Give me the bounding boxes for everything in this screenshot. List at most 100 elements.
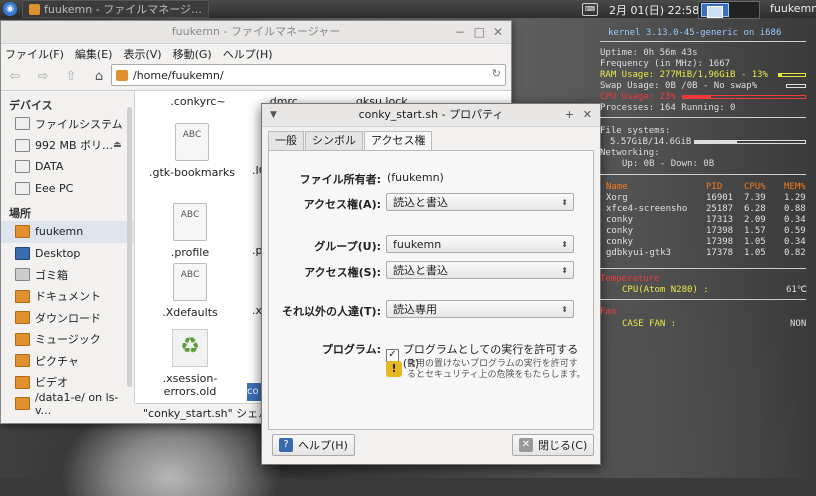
sidebar-item-label: ピクチャ [35,354,79,368]
keyboard-icon[interactable]: ⌨ [582,3,598,16]
owner-access-row: アクセス権(A): 読込と書込 ⬍ [269,193,593,213]
text-file-icon: ABC [173,203,207,241]
combo-arrow-icon: ⬍ [561,198,568,207]
help-button-label: ヘルプ(H) [298,439,348,452]
close-dialog-button[interactable]: ✕ 閉じる(C) [512,434,595,456]
eject-icon[interactable]: ⏏ [113,140,122,150]
drive-icon [15,138,30,152]
conky-process-cell: conky [606,215,634,225]
conky-frequency: Frequency (in MHz): 1667 [600,59,731,69]
conky-cpu-bar-fill [683,96,712,98]
fm-titlebar[interactable]: fuukemn - ファイルマネージャー − □ ✕ [1,21,511,44]
conky-col-pid: PID [706,182,723,192]
file-name: .conkyrc~ [170,95,226,108]
others-access-select[interactable]: 読込専用 ⬍ [386,300,574,318]
file-item[interactable]: ♻ .xsession-errors.old [145,329,235,398]
tab-permissions[interactable]: アクセス権 [364,131,433,151]
menu-help[interactable]: ヘルプ(H) [223,46,273,62]
others-access-value: 読込専用 [393,303,437,316]
sidebar-item-documents[interactable]: ドキュメント [1,286,134,308]
conky-process-cell: xfce4-screensho [606,204,688,214]
window-menu-icon[interactable]: ▼ [270,104,277,126]
file-item[interactable]: ABC .Xdefaults [145,263,235,319]
owner-row: ファイル所有者: (fuukemn) [269,168,593,188]
conky-fs-bar [694,140,806,144]
sidebar-item-network-share[interactable]: /data1-e/ on ls-v... [1,391,134,417]
up-icon[interactable]: ⇧ [61,67,81,87]
taskbar-item-file-manager[interactable]: fuukemn - ファイルマネージ… [22,0,209,18]
menu-view[interactable]: 表示(V) [123,46,161,62]
sidebar-item-label: ビデオ [35,376,68,390]
menu-edit[interactable]: 編集(E) [75,46,113,62]
group-access-select[interactable]: 読込と書込 ⬍ [386,261,574,279]
group-access-row: アクセス権(S): 読込と書込 ⬍ [269,261,593,281]
sidebar-item-label: ダウンロード [35,311,101,325]
app-menu-icon[interactable]: ◉ [3,2,17,16]
text-file-icon: ABC [175,123,209,161]
sidebar-item-label: DATA [35,160,64,174]
program-label: プログラム: [321,343,381,356]
minimize-button[interactable]: − [455,21,465,43]
conky-process-cell: 25187 [706,204,734,214]
warning-icon: ! [386,361,402,377]
sidebar-item-label: ミュージック [35,333,101,347]
help-button[interactable]: ? ヘルプ(H) [272,434,355,456]
sidebar-scrollbar[interactable] [127,107,132,387]
owner-value: (fuukemn) [387,171,444,184]
owner-access-select[interactable]: 読込と書込 ⬍ [386,193,574,211]
file-item[interactable]: ABC .profile [145,203,235,259]
conky-process-cell: 17313 [706,215,734,225]
forward-icon[interactable]: ⇨ [33,67,53,87]
conky-process-cell: Xorg [606,193,628,203]
close-button[interactable]: ✕ [493,21,503,43]
drive-icon [15,181,30,195]
file-item[interactable]: ABC .gtk-bookmarks [147,123,237,179]
dialog-titlebar[interactable]: ▼ conky_start.sh - プロパティ + ✕ [262,104,600,127]
exec-warning: ! 信用の置けないプログラムの実行を許可するとセキュリティ上の危険をもたらします… [386,359,586,381]
tab-symbol[interactable]: シンボル [305,131,363,150]
sidebar-item-filesystem[interactable]: ファイルシステム [1,113,134,135]
conky-swap: Swap Usage: 0B /0B - No swap% [600,81,758,91]
file-item[interactable]: .conkyrc~ [153,95,243,108]
folder-icon [116,69,128,81]
close-icon[interactable]: ✕ [583,104,592,126]
user-menu[interactable]: fuukemn [770,2,816,15]
conky-divider [600,299,806,300]
tab-general[interactable]: 一般 [268,131,304,150]
conky-temp-value: 61℃ [786,285,807,295]
clock[interactable]: 2月 01(日) 22:58 [609,2,699,18]
conky-process-cell: 2.09 [744,215,766,225]
workspace-switcher[interactable] [698,1,760,19]
permissions-panel: ファイル所有者: (fuukemn) アクセス権(A): 読込と書込 ⬍ グループ… [268,150,594,430]
sidebar-item-volume[interactable]: 992 MB ボリ… ⏏ [1,135,134,157]
conky-cpu-bar [682,95,806,99]
group-select[interactable]: fuukemn ⬍ [386,235,574,253]
sidebar-item-data[interactable]: DATA [1,156,134,178]
sidebar-item-eeepc[interactable]: Eee PC [1,178,134,200]
sidebar-item-home[interactable]: fuukemn [1,221,134,243]
sidebar-item-desktop[interactable]: Desktop [1,243,134,265]
location-bar[interactable]: /home/fuukemn/ ↻ [111,64,506,86]
maximize-button[interactable]: □ [474,21,485,43]
sidebar-item-label: 992 MB ボリ… [35,139,114,153]
conky-process-cell: 7.39 [744,193,766,203]
help-icon: ? [279,438,293,452]
sidebar-item-downloads[interactable]: ダウンロード [1,307,134,329]
conky-fan-value: NON [790,319,807,329]
conky-col-mem: MEM% [784,182,806,192]
sidebar-item-pictures[interactable]: ピクチャ [1,350,134,372]
sidebar-item-trash[interactable]: ゴミ箱 [1,264,134,286]
home-icon[interactable]: ⌂ [89,67,109,87]
menu-file[interactable]: ファイル(F) [5,46,64,62]
reload-icon[interactable]: ↻ [492,67,501,80]
sidebar-item-music[interactable]: ミュージック [1,329,134,351]
pin-icon[interactable]: + [565,104,574,126]
menu-go[interactable]: 移動(G) [173,46,212,62]
conky-divider [600,117,806,118]
workspace-window-thumb [707,6,723,18]
back-icon[interactable]: ⇦ [5,67,25,87]
conky-process-cell: 0.59 [784,226,806,236]
conky-process-cell: gdbkyui-gtk3 [606,248,672,258]
combo-arrow-icon: ⬍ [561,240,568,249]
sidebar-header-devices: デバイス [9,99,53,112]
